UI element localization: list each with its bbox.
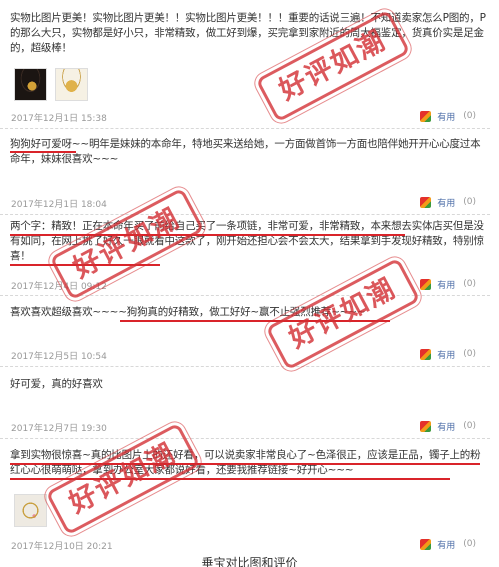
highlight-underline [10,463,480,465]
useful-label: 有用 [437,112,456,123]
useful-count: (0) [463,279,476,289]
thumbs-up-icon [420,420,432,432]
useful-button[interactable]: 有用 (0) [420,195,476,209]
thumbs-up-icon [420,538,432,550]
bracelet-photo[interactable] [14,494,47,527]
useful-label: 有用 [437,198,456,209]
review-text: 狗狗好可爱呀~~明年是妹妹的本命年，特地买来送给她，一方面做首饰一方面也陪伴她开… [10,138,481,165]
review-text: 实物比图片更美！实物比图片更美！！实物比图片更美！！！重要的话说三遍！不知道卖家… [10,12,486,54]
image-caption: 垂宝对比图和评价 [201,556,298,567]
divider [0,128,490,129]
useful-button[interactable]: 有用 (0) [420,277,476,291]
useful-button[interactable]: 有用 (0) [420,419,476,433]
thumbs-up-icon [420,110,432,122]
useful-count: (0) [463,111,476,121]
useful-label: 有用 [437,422,456,433]
thumbs-up-icon [420,348,432,360]
thumbs-up-icon [420,278,432,290]
highlight-underline [10,234,405,236]
review-text: 喜欢喜欢超级喜欢~~~~狗狗真的好精致，做工好好~赢不止强烈推荐~~~~ [10,306,366,318]
divider [0,214,490,215]
necklace-photo-2[interactable] [55,68,88,101]
useful-count: (0) [463,197,476,207]
divider [0,366,490,367]
divider [0,438,490,439]
useful-label: 有用 [437,350,456,361]
useful-button[interactable]: 有用 (0) [420,109,476,123]
useful-button[interactable]: 有用 (0) [420,347,476,361]
useful-count: (0) [463,421,476,431]
useful-count: (0) [463,539,476,549]
useful-button[interactable]: 有用 (0) [420,537,476,551]
useful-count: (0) [463,349,476,359]
thumbs-up-icon [420,196,432,208]
review-date: 2017年12月7日 19:30 [11,424,107,434]
review-date: 2017年12月10日 20:21 [11,542,113,552]
useful-label: 有用 [437,280,456,291]
useful-label: 有用 [437,540,456,551]
review-date: 2017年12月5日 10:54 [11,352,107,362]
highlight-underline [10,151,76,153]
review-date: 2017年12月1日 15:38 [11,114,107,124]
necklace-photo-1[interactable] [14,68,47,101]
review-text: 好可爱，真的好喜欢 [10,378,103,390]
review-date: 2017年12月1日 18:04 [11,200,107,210]
